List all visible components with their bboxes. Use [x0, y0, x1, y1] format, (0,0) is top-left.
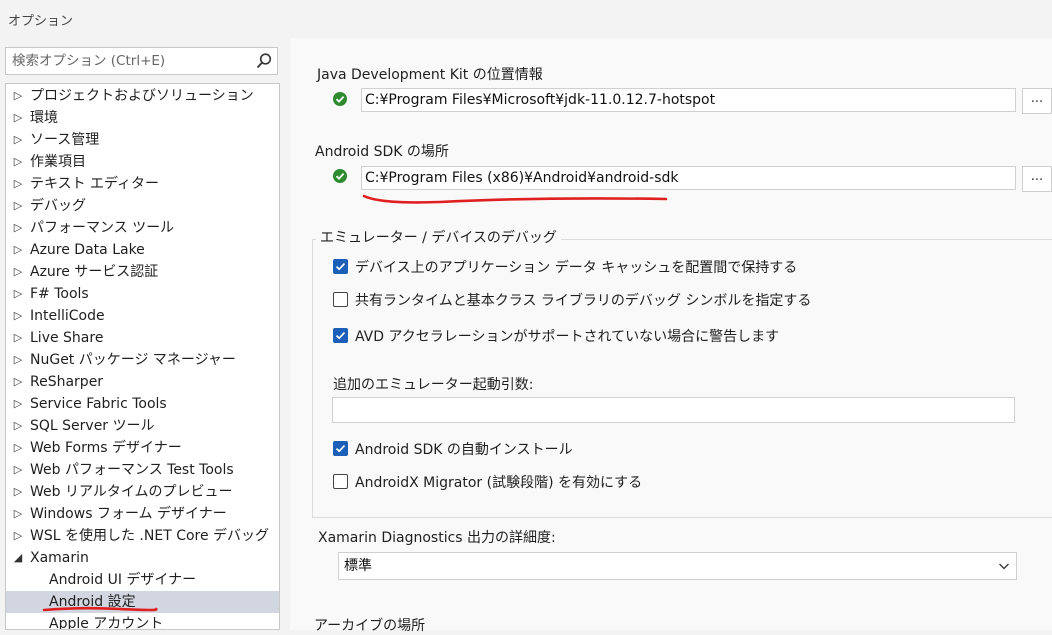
- expand-arrow-icon[interactable]: ▷: [12, 525, 24, 547]
- expand-arrow-icon[interactable]: ▷: [12, 459, 24, 481]
- annotation-underline: [362, 194, 668, 204]
- tree-item-web-realtime-preview[interactable]: ▷ Web リアルタイムのプレビュー: [6, 481, 279, 503]
- tree-item-web-forms-designer[interactable]: ▷ Web Forms デザイナー: [6, 437, 279, 459]
- checkbox-sdk-auto-install[interactable]: [333, 441, 348, 456]
- tree-item-resharper[interactable]: ▷ ReSharper: [6, 371, 279, 393]
- expand-arrow-icon[interactable]: ▷: [12, 85, 24, 107]
- expand-arrow-icon[interactable]: ▷: [12, 239, 24, 261]
- expand-arrow-icon[interactable]: ▷: [12, 371, 24, 393]
- search-icon[interactable]: [255, 52, 273, 70]
- sdk-browse-button[interactable]: ...: [1022, 166, 1052, 192]
- jdk-location-label: Java Development Kit の位置情報: [317, 67, 543, 83]
- tree-item-azure-service-auth[interactable]: ▷ Azure サービス認証: [6, 261, 279, 283]
- tree-item-windows-forms-designer[interactable]: ▷ Windows フォーム デザイナー: [6, 503, 279, 525]
- expand-arrow-icon[interactable]: ▷: [12, 393, 24, 415]
- sdk-auto-install-label[interactable]: Android SDK の自動インストール: [355, 439, 573, 459]
- title-bar: オプション: [0, 0, 1052, 38]
- tree-item-projects-solutions[interactable]: ▷ プロジェクトおよびソリューション: [6, 85, 279, 107]
- tree-item-intellicode[interactable]: ▷ IntelliCode: [6, 305, 279, 327]
- tree-item-performance-tools[interactable]: ▷ パフォーマンス ツール: [6, 217, 279, 239]
- expand-arrow-icon[interactable]: ▷: [12, 261, 24, 283]
- archive-location-label: アーカイブの場所: [314, 618, 426, 634]
- chevron-down-icon[interactable]: [998, 553, 1010, 579]
- expand-arrow-icon[interactable]: ▷: [12, 437, 24, 459]
- tree-item-apple-account[interactable]: Apple アカウント: [6, 613, 279, 629]
- tree-item-text-editor[interactable]: ▷ テキスト エディター: [6, 173, 279, 195]
- diagnostics-verbosity-label: Xamarin Diagnostics 出力の詳細度:: [318, 530, 556, 546]
- expand-arrow-icon[interactable]: ▷: [12, 151, 24, 173]
- sdk-path-field[interactable]: C:¥Program Files (x86)¥Android¥android-s…: [361, 166, 1016, 190]
- expand-arrow-icon[interactable]: ▷: [12, 283, 24, 305]
- tree-item-android-ui-designer[interactable]: Android UI デザイナー: [6, 569, 279, 591]
- tree-item-xamarin[interactable]: ◢ Xamarin: [6, 547, 279, 569]
- expand-arrow-icon[interactable]: ▷: [12, 129, 24, 151]
- tree-item-web-performance[interactable]: ▷ Web パフォーマンス Test Tools: [6, 459, 279, 481]
- shared-runtime-symbols-label[interactable]: 共有ランタイムと基本クラス ライブラリのデバッグ シンボルを指定する: [355, 290, 811, 310]
- jdk-browse-button[interactable]: ...: [1022, 88, 1052, 114]
- checkbox-shared-runtime-symbols[interactable]: [333, 292, 348, 307]
- avd-acceleration-warning-label[interactable]: AVD アクセラレーションがサポートされていない場合に警告します: [355, 326, 779, 346]
- expand-arrow-icon[interactable]: ▷: [12, 107, 24, 129]
- expand-arrow-icon[interactable]: ▷: [12, 173, 24, 195]
- expand-arrow-icon[interactable]: ▷: [12, 481, 24, 503]
- status-ok-icon: [333, 169, 347, 183]
- options-tree[interactable]: ▷ プロジェクトおよびソリューション ▷ 環境 ▷ ソース管理 ▷ 作業項目 ▷ テキスト…: [5, 83, 280, 630]
- expand-arrow-icon[interactable]: ▷: [12, 305, 24, 327]
- expand-arrow-icon[interactable]: ▷: [12, 415, 24, 437]
- tree-item-nuget[interactable]: ▷ NuGet パッケージ マネージャー: [6, 349, 279, 371]
- collapse-arrow-icon[interactable]: ◢: [12, 547, 24, 569]
- tree-item-wsl-debugging[interactable]: ▷ WSL を使用した .NET Core デバッグ: [6, 525, 279, 547]
- tree-item-sql-server-tools[interactable]: ▷ SQL Server ツール: [6, 415, 279, 437]
- keep-app-data-cache-label[interactable]: デバイス上のアプリケーション データ キャッシュを配置間で保持する: [355, 257, 797, 277]
- search-input[interactable]: [6, 48, 252, 74]
- tree-item-azure-data-lake[interactable]: ▷ Azure Data Lake: [6, 239, 279, 261]
- window-title: オプション: [8, 14, 74, 29]
- tree-item-service-fabric[interactable]: ▷ Service Fabric Tools: [6, 393, 279, 415]
- expand-arrow-icon[interactable]: ▷: [12, 327, 24, 349]
- annotation-underline: [42, 606, 158, 612]
- tree-item-fsharp-tools[interactable]: ▷ F# Tools: [6, 283, 279, 305]
- emulator-args-input[interactable]: [332, 397, 1015, 423]
- tree-item-environment[interactable]: ▷ 環境: [6, 107, 279, 129]
- diagnostics-verbosity-value: 標準: [344, 558, 372, 574]
- expand-arrow-icon[interactable]: ▷: [12, 349, 24, 371]
- emulator-debug-title: エミュレーター / デバイスのデバッグ: [316, 227, 561, 247]
- jdk-path-field[interactable]: C:¥Program Files¥Microsoft¥jdk-11.0.12.7…: [361, 88, 1016, 112]
- checkbox-androidx-migrator[interactable]: [333, 474, 348, 489]
- settings-panel: Java Development Kit の位置情報 C:¥Program Fi…: [290, 38, 1052, 634]
- tree-item-work-items[interactable]: ▷ 作業項目: [6, 151, 279, 173]
- options-search[interactable]: [5, 47, 278, 75]
- androidx-migrator-label[interactable]: AndroidX Migrator (試験段階) を有効にする: [355, 472, 642, 492]
- emulator-args-label: 追加のエミュレーター起動引数:: [333, 377, 534, 393]
- expand-arrow-icon[interactable]: ▷: [12, 195, 24, 217]
- checkbox-avd-acceleration-warning[interactable]: [333, 328, 348, 343]
- status-ok-icon: [333, 92, 347, 106]
- expand-arrow-icon[interactable]: ▷: [12, 503, 24, 525]
- expand-arrow-icon[interactable]: ▷: [12, 217, 24, 239]
- sdk-location-label: Android SDK の場所: [315, 144, 449, 160]
- tree-item-live-share[interactable]: ▷ Live Share: [6, 327, 279, 349]
- tree-item-source-control[interactable]: ▷ ソース管理: [6, 129, 279, 151]
- checkbox-keep-app-data-cache[interactable]: [333, 259, 348, 274]
- tree-item-debugging[interactable]: ▷ デバッグ: [6, 195, 279, 217]
- diagnostics-verbosity-select[interactable]: 標準: [338, 552, 1017, 580]
